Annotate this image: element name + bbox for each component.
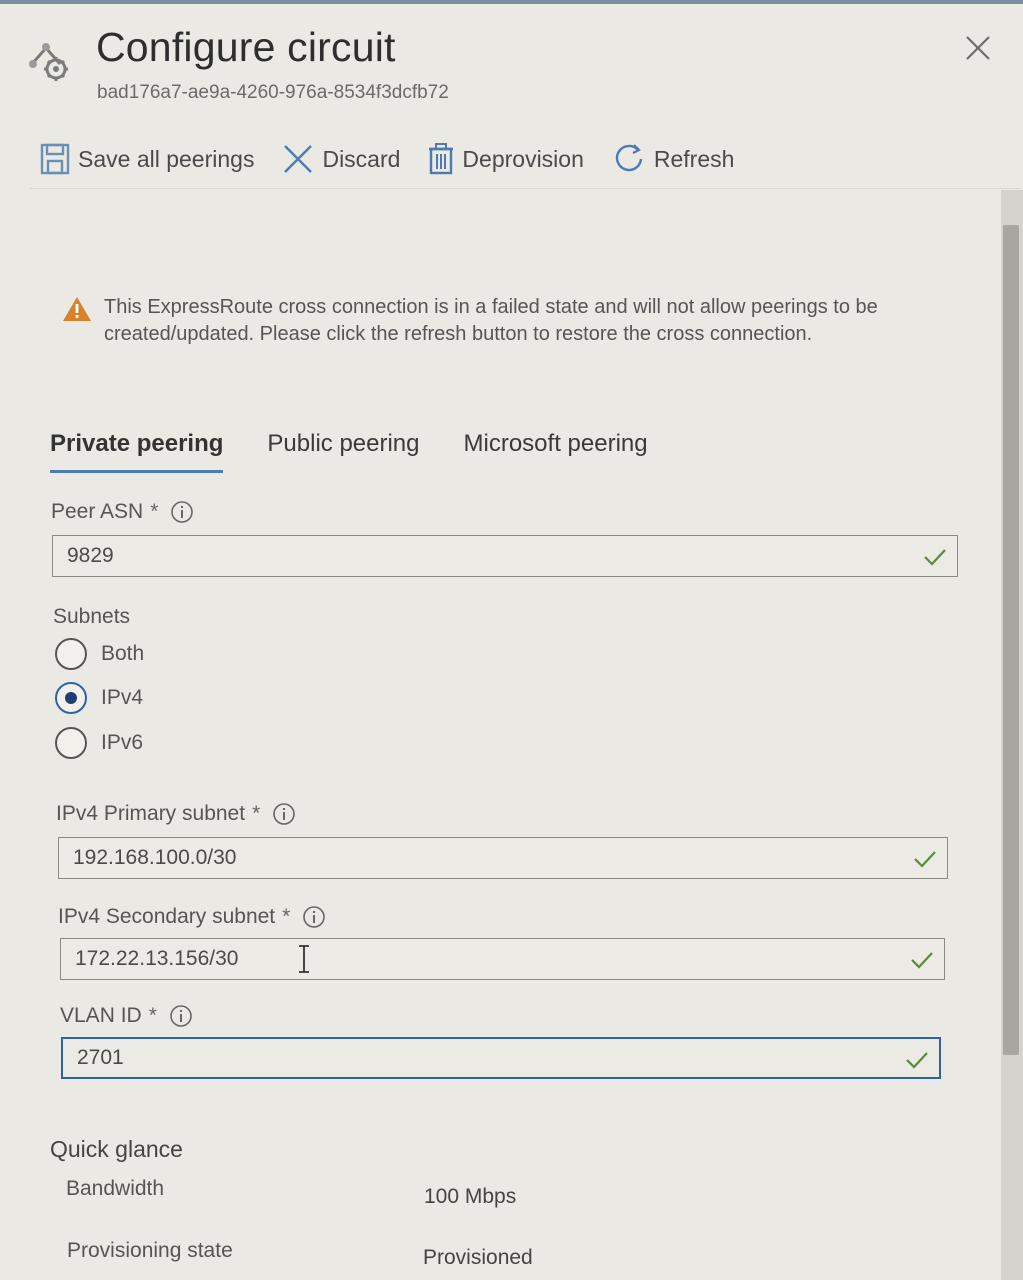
deprovision-button[interactable]: Deprovision	[428, 143, 584, 175]
info-icon[interactable]	[302, 905, 326, 929]
tab-microsoft-peering[interactable]: Microsoft peering	[464, 430, 648, 473]
save-all-peerings-label: Save all peerings	[78, 145, 255, 172]
scrollbar-thumb[interactable]	[1003, 225, 1019, 1055]
peer-asn-input[interactable]: 9829	[52, 535, 958, 577]
subnets-label: Subnets	[53, 605, 130, 629]
tab-private-peering[interactable]: Private peering	[50, 430, 224, 473]
save-all-peerings-button[interactable]: Save all peerings	[40, 143, 254, 175]
warning-message: This ExpressRoute cross connection is in…	[104, 296, 878, 345]
warning-banner: This ExpressRoute cross connection is in…	[62, 294, 942, 348]
ipv4-primary-subnet-input[interactable]: 192.168.100.0/30	[58, 837, 948, 879]
subnets-option-ipv4[interactable]: IPv4	[55, 682, 143, 714]
radio-label-both: Both	[101, 642, 145, 665]
ipv4-primary-label: IPv4 Primary subnet *	[56, 802, 296, 826]
refresh-icon	[615, 144, 643, 172]
check-icon	[906, 1052, 928, 1069]
radio-label-ipv6: IPv6	[101, 731, 144, 754]
peer-asn-label-text: Peer ASN	[51, 500, 144, 523]
ipv4-primary-value: 192.168.100.0/30	[73, 846, 237, 869]
subnets-option-ipv6[interactable]: IPv6	[55, 727, 143, 759]
discard-label: Discard	[322, 145, 401, 172]
subnets-label-text: Subnets	[53, 605, 131, 628]
radio-ipv4[interactable]	[55, 682, 87, 714]
radio-both[interactable]	[55, 638, 87, 670]
radio-label-ipv4: IPv4	[101, 686, 144, 709]
circuit-icon	[26, 36, 76, 86]
bandwidth-key: Bandwidth	[66, 1177, 165, 1200]
refresh-button[interactable]: Refresh	[612, 142, 735, 176]
close-button[interactable]	[962, 32, 994, 64]
save-icon	[40, 143, 70, 175]
quick-glance-title: Quick glance	[50, 1136, 183, 1162]
discard-button[interactable]: Discard	[282, 143, 400, 175]
tab-public-peering[interactable]: Public peering	[267, 430, 419, 473]
vlan-id-label: VLAN ID *	[60, 1004, 193, 1028]
circuit-id: bad176a7-ae9a-4260-976a-8534f3dcfb72	[97, 82, 449, 103]
info-icon[interactable]	[169, 1004, 193, 1028]
command-bar: Save all peerings Discard Deprovision Re…	[40, 136, 762, 182]
refresh-label: Refresh	[653, 145, 735, 172]
provisioning-state-value: Provisioned	[423, 1246, 533, 1269]
bandwidth-value: 100 Mbps	[424, 1185, 517, 1208]
close-icon	[966, 36, 990, 60]
vlan-id-label-text: VLAN ID	[60, 1004, 142, 1027]
top-strip	[0, 0, 1023, 4]
required-marker: *	[148, 1004, 157, 1027]
warning-icon	[63, 297, 91, 321]
ipv4-secondary-label-text: IPv4 Secondary subnet	[58, 905, 276, 928]
required-marker: *	[150, 500, 159, 523]
peer-asn-value: 9829	[67, 544, 114, 567]
provisioning-state-key: Provisioning state	[67, 1239, 233, 1262]
radio-ipv6[interactable]	[55, 727, 87, 759]
ipv4-secondary-label: IPv4 Secondary subnet *	[58, 905, 326, 929]
ipv4-secondary-value: 172.22.13.156/30	[75, 947, 239, 970]
subnets-option-both[interactable]: Both	[55, 638, 144, 670]
check-icon	[911, 952, 933, 969]
vlan-id-input[interactable]: 2701	[61, 1037, 941, 1079]
required-marker: *	[252, 802, 261, 825]
discard-icon	[284, 145, 313, 173]
deprovision-icon	[429, 143, 454, 175]
deprovision-label: Deprovision	[462, 145, 584, 172]
required-marker: *	[282, 905, 291, 928]
check-icon	[914, 851, 936, 868]
info-icon[interactable]	[272, 802, 296, 826]
text-cursor-icon	[299, 945, 309, 973]
page-title: Configure circuit	[96, 24, 396, 70]
vlan-id-value: 2701	[77, 1046, 124, 1069]
peering-tabs: Private peering Public peering Microsoft…	[50, 430, 692, 473]
check-icon	[924, 549, 946, 566]
peer-asn-label: Peer ASN *	[51, 500, 194, 524]
toolbar-divider	[30, 188, 1020, 189]
info-icon[interactable]	[170, 500, 194, 524]
ipv4-secondary-subnet-input[interactable]: 172.22.13.156/30	[60, 938, 945, 980]
ipv4-primary-label-text: IPv4 Primary subnet	[56, 802, 246, 825]
